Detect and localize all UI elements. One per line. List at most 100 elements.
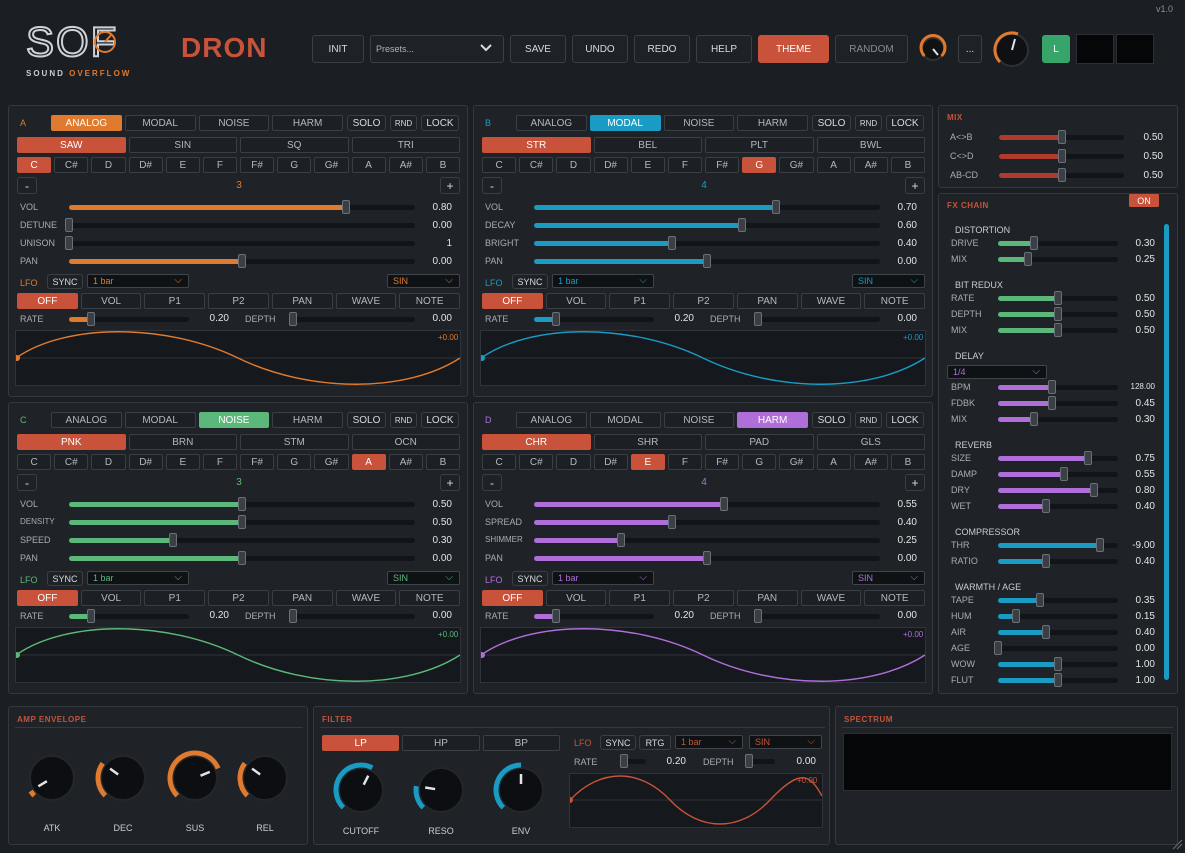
type-button[interactable]: SQ [240,137,349,153]
note-button[interactable]: G [277,157,312,173]
lock-button[interactable]: LOCK [421,115,459,131]
note-button[interactable]: D [556,454,591,470]
fx-param-slider[interactable] [998,236,1118,250]
note-button[interactable]: B [425,454,461,470]
lfo-sync-button[interactable]: SYNC [512,274,548,289]
note-button[interactable]: D [556,157,591,173]
engine-modal-button[interactable]: MODAL [124,412,196,428]
engine-harm-button[interactable]: HARM [737,115,808,131]
more-button[interactable]: ... [958,35,982,63]
amp-knob-dec[interactable] [92,747,154,812]
note-button[interactable]: C [482,454,517,470]
presets-dropdown[interactable]: Presets... [370,35,504,63]
octave-down-button[interactable]: - [17,474,37,491]
engine-harm-button[interactable]: HARM [272,412,343,428]
lfo-target-button[interactable]: OFF [17,590,78,606]
lfo-target-button[interactable]: WAVE [800,293,862,309]
type-button[interactable]: BWL [816,137,925,153]
engine-modal-button[interactable]: MODAL [124,115,196,131]
lfo-rate-slider[interactable] [69,312,189,326]
note-button[interactable]: B [890,157,926,173]
note-button[interactable]: D [91,157,126,173]
slider-thumb[interactable] [289,312,297,326]
amp-knob-sus[interactable] [164,747,226,812]
engine-analog-button[interactable]: ANALOG [51,412,122,428]
slider-thumb[interactable] [86,609,95,623]
slider-thumb[interactable] [289,609,297,623]
save-button[interactable]: SAVE [510,35,566,63]
lfo-sync-button[interactable]: SYNC [512,571,548,586]
lfo-rate-slider[interactable] [69,609,189,623]
lfo-target-button[interactable]: VOL [545,293,607,309]
octave-up-button[interactable]: + [440,474,460,491]
octave-up-button[interactable]: + [905,177,925,194]
note-button[interactable]: C# [519,454,554,470]
solo-button[interactable]: SOLO [812,412,851,428]
slider-thumb[interactable] [1042,625,1050,639]
theme-button[interactable]: THEME [758,35,829,63]
fx-param-slider[interactable] [998,499,1118,513]
slider-thumb[interactable] [1060,467,1068,481]
solo-button[interactable]: SOLO [812,115,851,131]
note-button[interactable]: A# [853,157,888,173]
lock-button[interactable]: LOCK [886,115,924,131]
note-button[interactable]: A [816,454,851,470]
slider-thumb[interactable] [1024,252,1032,266]
type-button[interactable]: GLS [816,434,925,450]
note-button[interactable]: F [667,454,703,470]
lock-button[interactable]: LOCK [421,412,459,428]
fx-param-slider[interactable] [998,323,1118,337]
lfo-target-button[interactable]: WAVE [335,590,397,606]
fx-param-slider[interactable] [998,483,1118,497]
note-button[interactable]: C# [54,454,89,470]
param-slider[interactable] [534,254,880,268]
param-slider[interactable] [69,254,415,268]
engine-analog-button[interactable]: ANALOG [51,115,122,131]
param-slider[interactable] [69,200,415,214]
note-button[interactable]: C# [54,157,89,173]
engine-analog-button[interactable]: ANALOG [516,412,587,428]
lfo-division-dropdown[interactable]: 1 bar ⌵ [87,274,189,288]
lfo-target-button[interactable]: P2 [673,293,734,309]
slider-thumb[interactable] [620,754,628,768]
note-button[interactable]: G# [779,454,814,470]
slider-thumb[interactable] [86,312,95,326]
fx-param-slider[interactable] [998,609,1118,623]
note-button[interactable]: G# [314,454,349,470]
lfo-division-dropdown[interactable]: 1 bar ⌵ [87,571,189,585]
fx-param-slider[interactable] [994,641,1118,655]
lfo-division-dropdown[interactable]: 1 bar ⌵ [552,274,654,288]
slider-thumb[interactable] [341,200,350,214]
octave-up-button[interactable]: + [440,177,460,194]
fx-param-slider[interactable] [998,673,1118,687]
lfo-depth-slider[interactable] [754,312,880,326]
lfo-sync-button[interactable]: SYNC [47,571,83,586]
note-button[interactable]: A [351,454,386,470]
filter-mode-hp[interactable]: HP [402,735,480,751]
slider-thumb[interactable] [668,515,677,529]
note-button[interactable]: F [202,157,238,173]
lfo-target-button[interactable]: P2 [208,293,269,309]
lfo-target-button[interactable]: NOTE [399,293,461,309]
note-button[interactable]: G# [314,157,349,173]
slider-thumb[interactable] [1090,483,1098,497]
note-button[interactable]: F# [705,454,740,470]
fx-param-slider[interactable] [998,451,1118,465]
filter-mode-bp[interactable]: BP [482,735,560,751]
param-slider[interactable] [69,533,415,547]
param-slider[interactable] [534,236,880,250]
filter-knob-cutoff[interactable] [330,759,392,824]
engine-harm-button[interactable]: HARM [272,115,343,131]
slider-thumb[interactable] [668,236,677,250]
engine-harm-button[interactable]: HARM [737,412,808,428]
slider-thumb[interactable] [703,551,711,565]
note-button[interactable]: C [482,157,517,173]
fx-param-slider[interactable] [998,252,1118,266]
note-button[interactable]: G [277,454,312,470]
lfo-target-button[interactable]: NOTE [864,293,926,309]
slider-thumb[interactable] [1054,657,1062,671]
lfo-target-button[interactable]: NOTE [399,590,461,606]
slider-thumb[interactable] [994,641,1002,655]
param-slider[interactable] [534,497,880,511]
lfo-depth-slider[interactable] [289,312,415,326]
